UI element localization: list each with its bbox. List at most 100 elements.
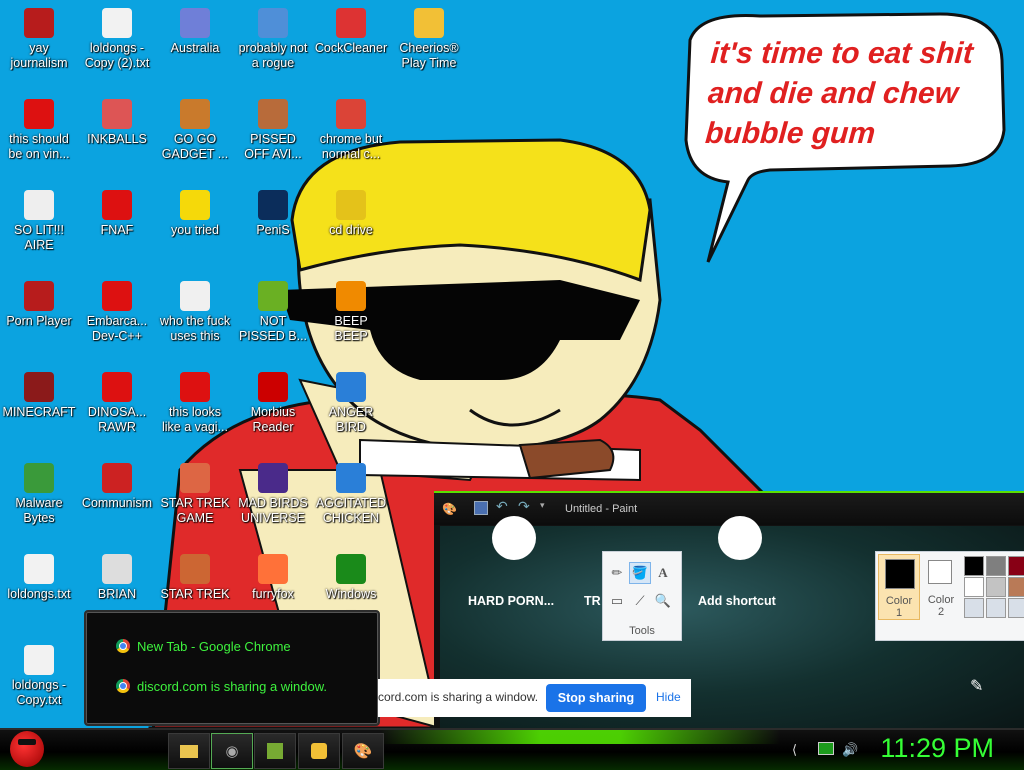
desktop-icon[interactable]: you tried: [156, 190, 234, 238]
desktop-icon[interactable]: this should be on vin...: [0, 99, 78, 162]
text-tool-icon[interactable]: A: [652, 562, 674, 584]
network-icon[interactable]: [818, 742, 834, 755]
desktop-icon[interactable]: CockCleaner: [312, 8, 390, 56]
color1-button[interactable]: Color 1: [878, 554, 920, 620]
desktop-icon-label: Porn Player: [6, 314, 72, 328]
desktop-icon[interactable]: furryfox: [234, 554, 312, 602]
pencil-icon[interactable]: ✏: [606, 562, 628, 584]
taskbar-explorer-button[interactable]: [168, 733, 210, 769]
taskbar-game-button[interactable]: [254, 733, 296, 769]
start-button[interactable]: [10, 731, 44, 767]
palette-swatch[interactable]: [964, 577, 984, 597]
chrome-icon: [116, 639, 130, 653]
angry-bird-icon: [102, 190, 132, 220]
palette-swatch[interactable]: [964, 598, 984, 618]
desktop-icon[interactable]: Communism: [78, 463, 156, 511]
volume-icon[interactable]: 🔊: [842, 742, 858, 758]
color2-button[interactable]: Color 2: [922, 554, 960, 618]
desktop-icon-label: MAD BIRDS UNIVERSE: [238, 496, 308, 525]
desktop-icon[interactable]: MINECRAFT: [0, 372, 78, 420]
desktop-icon[interactable]: probably not a rogue: [234, 8, 312, 71]
color-picker-icon[interactable]: ⟋: [629, 590, 651, 612]
save-icon[interactable]: [474, 501, 488, 515]
palette-swatch[interactable]: [1008, 556, 1024, 576]
desktop-icon[interactable]: STAR TREK GAME: [156, 463, 234, 526]
desktop-icon[interactable]: Malware Bytes: [0, 463, 78, 526]
brian-icon: [102, 554, 132, 584]
desktop-icon[interactable]: cd drive: [312, 190, 390, 238]
notification-item-chrome[interactable]: New Tab - Google Chrome: [116, 636, 291, 656]
desktop-icon[interactable]: SO LIT!!! AIRE: [0, 190, 78, 253]
acrobat-icon: [258, 372, 288, 402]
desktop-icon-label: GO GO GADGET ...: [161, 132, 229, 161]
chrome-icon: [116, 679, 130, 693]
desktop-icon[interactable]: STAR TREK: [156, 554, 234, 602]
flash-icon: [24, 8, 54, 38]
desktop-icon[interactable]: MAD BIRDS UNIVERSE: [234, 463, 312, 526]
desktop-icon[interactable]: PeniS: [234, 190, 312, 238]
shortcut-label[interactable]: HARD PORN...: [468, 594, 554, 608]
desktop-icon[interactable]: PISSED OFF AVI...: [234, 99, 312, 162]
desktop-icon[interactable]: ANGER BIRD: [312, 372, 390, 435]
quick-access-dropdown-icon[interactable]: ▾: [540, 500, 545, 511]
show-hidden-icons-icon[interactable]: ⟨: [792, 742, 797, 758]
desktop-icon-label: probably not a rogue: [238, 41, 308, 70]
desktop-icon-label: Malware Bytes: [15, 496, 63, 525]
palette-swatch[interactable]: [964, 556, 984, 576]
taskbar-glow: [380, 730, 780, 744]
desktop-icon-label: loldongs - Copy.txt: [11, 678, 67, 707]
notification-item-discord[interactable]: discord.com is sharing a window.: [116, 676, 327, 696]
taskbar-media-button[interactable]: ◉: [211, 733, 253, 769]
folder-icon: [180, 744, 198, 758]
desktop-icon[interactable]: GO GO GADGET ...: [156, 99, 234, 162]
desktop-icon[interactable]: loldongs - Copy.txt: [0, 645, 78, 708]
desktop-icon[interactable]: loldongs - Copy (2).txt: [78, 8, 156, 71]
desktop-icon[interactable]: Cheerios® Play Time: [390, 8, 468, 71]
taskbar-cheerios-button[interactable]: [298, 733, 340, 769]
desktop-icon-label: Cheerios® Play Time: [399, 41, 459, 70]
palette-swatch[interactable]: [986, 577, 1006, 597]
palette-swatch[interactable]: [1008, 577, 1024, 597]
edit-pencil-icon[interactable]: ✎: [970, 676, 983, 696]
desktop-icon[interactable]: BEEP BEEP: [312, 281, 390, 344]
palette-swatch[interactable]: [986, 598, 1006, 618]
eraser-icon[interactable]: ▭: [606, 590, 628, 612]
desktop-icon[interactable]: Australia: [156, 8, 234, 56]
desktop-icon[interactable]: Porn Player: [0, 281, 78, 329]
desktop-icon[interactable]: Windows ...: [312, 554, 390, 617]
desktop-icon[interactable]: BRIAN: [78, 554, 156, 602]
desktop-icon-label: STAR TREK GAME: [160, 496, 230, 525]
desktop-icon[interactable]: yay journalism: [0, 8, 78, 71]
color1-swatch: [885, 559, 915, 589]
taskbar-clock[interactable]: 11:29 PM: [880, 733, 994, 764]
undo-icon[interactable]: ↶: [496, 498, 508, 515]
add-shortcut-label[interactable]: Add shortcut: [698, 594, 776, 608]
desktop-icon[interactable]: NOT PISSED B...: [234, 281, 312, 344]
desktop-icon[interactable]: loldongs.txt: [0, 554, 78, 602]
desktop-icon[interactable]: chrome but normal c...: [312, 99, 390, 162]
desktop-icon[interactable]: DINOSA... RAWR: [78, 372, 156, 435]
desktop-icon[interactable]: AGGITATED CHICKEN: [312, 463, 390, 526]
hide-button[interactable]: Hide: [656, 690, 681, 704]
redo-icon[interactable]: ↷: [518, 498, 530, 515]
desktop-icon[interactable]: who the fuck uses this: [156, 281, 234, 344]
angry-bird-icon: [258, 463, 288, 493]
game-icon: [267, 743, 283, 759]
shortcut-label[interactable]: TR: [584, 594, 601, 608]
stop-sharing-button[interactable]: Stop sharing: [546, 684, 646, 712]
paint-app-icon[interactable]: 🎨: [442, 502, 457, 516]
taskbar-paint-button[interactable]: 🎨: [342, 733, 384, 769]
desktop-icon[interactable]: this looks like a vagi...: [156, 372, 234, 435]
flash-icon: [24, 281, 54, 311]
desktop-icon[interactable]: FNAF: [78, 190, 156, 238]
desktop-icon[interactable]: Morbius Reader: [234, 372, 312, 435]
palette-swatch[interactable]: [986, 556, 1006, 576]
angry-bird-icon: [336, 372, 366, 402]
fill-bucket-icon[interactable]: 🪣: [629, 562, 651, 584]
desktop-icon-label: PISSED OFF AVI...: [244, 132, 302, 161]
desktop-icon[interactable]: INKBALLS: [78, 99, 156, 147]
palette-swatch[interactable]: [1008, 598, 1024, 618]
desktop-icon[interactable]: Embarca... Dev-C++: [78, 281, 156, 344]
magnifier-icon[interactable]: 🔍: [652, 590, 674, 612]
desktop-icon-label: Australia: [170, 41, 220, 55]
